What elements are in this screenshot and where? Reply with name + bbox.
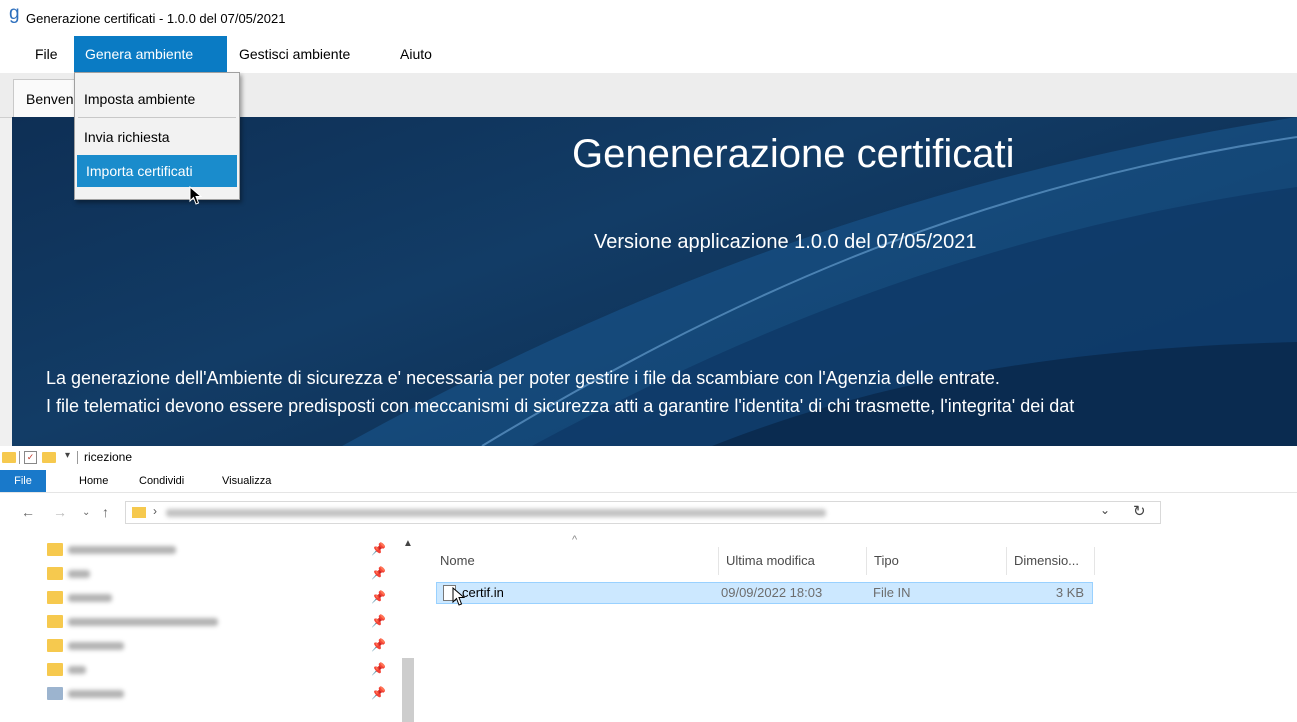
ribbon-tab-condividi[interactable]: Condividi xyxy=(139,470,184,492)
column-header-nome[interactable]: Nome xyxy=(440,547,475,575)
forward-arrow-icon[interactable]: → xyxy=(53,504,67,520)
nav-item[interactable]: 📌 xyxy=(0,634,417,658)
ribbon-tabs: File Home Condividi Visualizza xyxy=(0,470,1297,493)
banner-description-line-2: I file telematici devono essere predispo… xyxy=(46,396,1075,416)
column-divider[interactable] xyxy=(718,547,719,575)
menu-file[interactable]: File xyxy=(24,36,69,72)
blurred-folder-name xyxy=(68,690,124,698)
banner-version: Versione applicazione 1.0.0 del 07/05/20… xyxy=(594,231,977,253)
folder-icon xyxy=(2,452,16,463)
documents-folder-icon xyxy=(47,687,63,700)
mouse-cursor-icon xyxy=(189,186,203,205)
blurred-folder-name xyxy=(68,666,86,674)
file-list: ^ Nome Ultima modifica Tipo Dimensio... … xyxy=(430,534,1297,721)
mouse-cursor-icon xyxy=(452,587,466,606)
menu-item-imposta-ambiente[interactable]: Imposta ambiente xyxy=(75,83,237,115)
folder-icon xyxy=(47,615,63,628)
column-divider[interactable] xyxy=(866,547,867,575)
blurred-folder-name xyxy=(68,594,112,602)
sort-ascending-chevron-icon: ^ xyxy=(572,534,578,546)
pin-icon[interactable]: 📌 xyxy=(371,566,386,580)
column-header-ultima-modifica[interactable]: Ultima modifica xyxy=(726,547,815,575)
scroll-up-chevron-icon[interactable]: ▲ xyxy=(403,538,413,549)
refresh-icon[interactable]: ↻ xyxy=(1133,502,1146,520)
pin-icon[interactable]: 📌 xyxy=(371,542,386,556)
dropdown-separator xyxy=(78,117,236,118)
blurred-folder-name xyxy=(68,546,176,554)
pin-icon[interactable]: 📌 xyxy=(371,638,386,652)
path-field[interactable]: › xyxy=(125,501,1161,524)
pin-icon[interactable]: 📌 xyxy=(371,590,386,604)
scrollbar-thumb[interactable] xyxy=(402,658,414,722)
file-type: File IN xyxy=(873,585,911,600)
file-modified: 09/09/2022 18:03 xyxy=(721,585,823,600)
column-divider[interactable] xyxy=(1006,547,1007,575)
genera-ambiente-dropdown: Imposta ambiente Invia richiesta Importa… xyxy=(74,72,240,200)
app-logo-icon: g xyxy=(9,3,20,24)
new-folder-icon[interactable] xyxy=(42,452,56,463)
ribbon-tab-visualizza[interactable]: Visualizza xyxy=(222,470,271,492)
file-explorer-window: ✓ ▾ ricezione File Home Condividi Visual… xyxy=(0,446,1297,722)
folder-icon xyxy=(47,567,63,580)
nav-item[interactable]: 📌 xyxy=(0,610,417,634)
menu-bar: File Genera ambiente Gestisci ambiente A… xyxy=(0,36,1297,73)
blurred-folder-name xyxy=(68,618,218,626)
certificate-app-window: g Generazione certificati - 1.0.0 del 07… xyxy=(0,0,1297,446)
quick-access-toolbar: ✓ ▾ ricezione xyxy=(0,446,1297,470)
breadcrumb-chevron-icon[interactable]: › xyxy=(153,504,157,518)
customize-toolbar-chevron-icon[interactable]: ▾ xyxy=(65,450,70,461)
window-title: Generazione certificati - 1.0.0 del 07/0… xyxy=(26,11,286,26)
folder-icon xyxy=(47,543,63,556)
pin-icon[interactable]: 📌 xyxy=(371,614,386,628)
menu-item-invia-richiesta[interactable]: Invia richiesta xyxy=(75,121,237,153)
toolbar-divider xyxy=(19,451,20,464)
nav-item[interactable]: 📌 xyxy=(0,586,417,610)
blurred-folder-name xyxy=(68,570,90,578)
ribbon-tab-home[interactable]: Home xyxy=(79,470,108,492)
folder-icon xyxy=(132,507,146,518)
pin-icon[interactable]: 📌 xyxy=(371,662,386,676)
recent-locations-chevron-icon[interactable]: ⌄ xyxy=(82,507,90,518)
folder-icon xyxy=(47,591,63,604)
nav-item[interactable]: 📌 xyxy=(0,538,417,562)
nav-item[interactable]: 📌 xyxy=(0,562,417,586)
toolbar-divider xyxy=(77,451,78,464)
blurred-folder-name xyxy=(68,642,124,650)
file-row[interactable]: certif.in 09/09/2022 18:03 File IN 3 KB xyxy=(436,582,1093,604)
menu-item-importa-certificati[interactable]: Importa certificati xyxy=(77,155,237,187)
up-arrow-icon[interactable]: ↑ xyxy=(102,504,109,520)
explorer-window-title: ricezione xyxy=(84,450,133,464)
menu-genera-ambiente[interactable]: Genera ambiente xyxy=(74,36,227,72)
banner-description-line-1: La generazione dell'Ambiente di sicurezz… xyxy=(46,368,1000,388)
address-bar: ← → ⌄ ↑ › ⌄ ↻ xyxy=(0,498,1297,528)
nav-item[interactable]: 📌 xyxy=(0,682,417,706)
menu-aiuto[interactable]: Aiuto xyxy=(389,36,443,72)
folder-icon xyxy=(47,639,63,652)
banner-title: Genenerazione certificati xyxy=(572,132,1015,176)
properties-check-icon[interactable]: ✓ xyxy=(24,451,37,464)
back-arrow-icon[interactable]: ← xyxy=(21,504,35,520)
menu-gestisci-ambiente[interactable]: Gestisci ambiente xyxy=(228,36,361,72)
navigation-pane: 📌 📌 📌 📌 📌 📌 📌 ▲ xyxy=(0,536,417,722)
nav-item[interactable]: 📌 xyxy=(0,658,417,682)
column-header-dimensione[interactable]: Dimensio... xyxy=(1014,547,1079,575)
folder-icon xyxy=(47,663,63,676)
address-dropdown-chevron-icon[interactable]: ⌄ xyxy=(1100,503,1110,517)
ribbon-tab-file[interactable]: File xyxy=(0,470,46,492)
file-size: 3 KB xyxy=(1055,585,1084,600)
column-header-tipo[interactable]: Tipo xyxy=(874,547,899,575)
title-bar: g Generazione certificati - 1.0.0 del 07… xyxy=(0,0,1297,36)
column-divider[interactable] xyxy=(1094,547,1095,575)
file-name: certif.in xyxy=(462,585,504,600)
blurred-path xyxy=(166,509,826,517)
pin-icon[interactable]: 📌 xyxy=(371,686,386,700)
